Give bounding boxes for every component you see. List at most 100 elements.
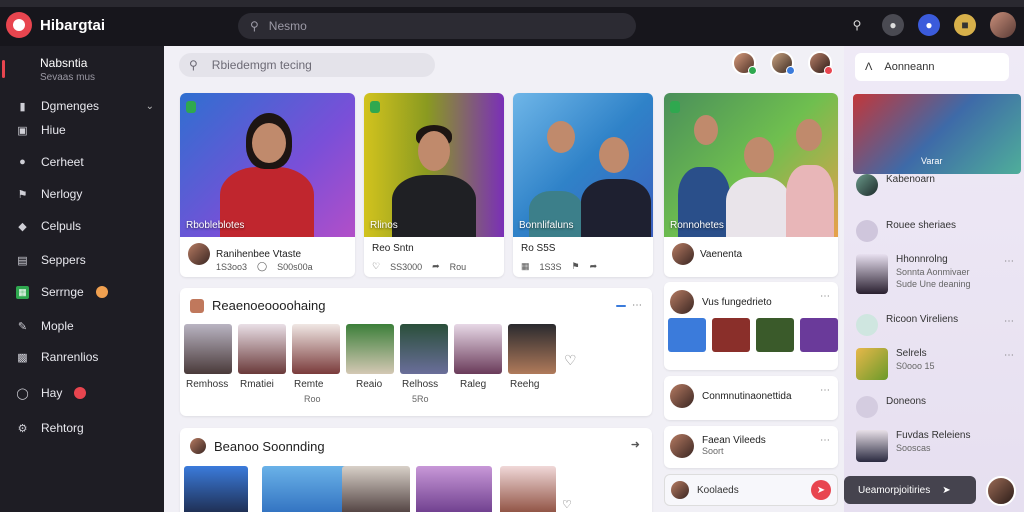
app-logo[interactable]: Hibargtai bbox=[6, 12, 105, 38]
sidebar-item-mople[interactable]: ✎ Mople bbox=[0, 314, 164, 338]
sidebar-item-seppers[interactable]: ▤ Seppers bbox=[0, 248, 164, 272]
avatar[interactable] bbox=[732, 51, 757, 75]
video-meta: Reo Sntn bbox=[372, 243, 414, 254]
thumbnail[interactable] bbox=[668, 318, 706, 352]
avatar[interactable] bbox=[670, 434, 694, 458]
person-tile[interactable] bbox=[454, 324, 502, 374]
footer-button[interactable]: Ueamorpjoitiries ➤ bbox=[844, 476, 976, 504]
pen-icon: ✎ bbox=[17, 320, 28, 333]
top-bar: Hibargtai ⚲ Nesmo ⚲ ● ● ■ bbox=[0, 0, 1024, 46]
heart-icon[interactable]: ♡ bbox=[562, 498, 572, 511]
announce-button[interactable]: Λ Aonneann bbox=[855, 53, 1009, 81]
avatar[interactable] bbox=[770, 51, 795, 75]
chat-bar[interactable]: Koolaeds ➤ bbox=[664, 474, 838, 506]
group-card[interactable]: Vus fungedrieto ⋯ bbox=[664, 282, 838, 370]
video-card[interactable]: Rlinos Reo Sntn ♡ SS3000 ➦ Rou bbox=[364, 93, 504, 277]
sidebar-item-cerheet[interactable]: ● Cerheet bbox=[0, 150, 164, 174]
search-icon[interactable]: ⚲ bbox=[846, 14, 868, 36]
sidebar-item-celpuls[interactable]: ◆ Celpuls bbox=[0, 214, 164, 238]
group-card[interactable]: Faean Vileeds Soort ⋯ bbox=[664, 426, 838, 468]
section-title-text: Reaenoeoooohaing bbox=[212, 298, 326, 313]
more-icon[interactable]: ⋯ bbox=[820, 435, 830, 446]
profile-name: Nabsntia bbox=[40, 56, 88, 70]
person-tile[interactable] bbox=[184, 324, 232, 374]
thumbnail[interactable] bbox=[756, 318, 794, 352]
item-title: Rouee sheriaes bbox=[886, 220, 957, 231]
person-tile[interactable] bbox=[346, 324, 394, 374]
person-tile[interactable] bbox=[400, 324, 448, 374]
person-tile[interactable] bbox=[292, 324, 340, 374]
video-thumbnail[interactable]: Rbobleblotes bbox=[180, 93, 355, 237]
sidebar-item-ranrenlios[interactable]: ▩ Ranrenlios bbox=[0, 345, 164, 369]
user-avatar[interactable] bbox=[990, 12, 1016, 38]
arrow-right-icon[interactable]: ➜ bbox=[631, 438, 640, 451]
avatar[interactable] bbox=[188, 243, 210, 265]
list-item[interactable]: Kabenoarn bbox=[856, 174, 1022, 196]
sidebar-item-serrnge[interactable]: ▦ Serrnge bbox=[0, 280, 164, 304]
list-item[interactable]: Fuvdas Releiens Sooscas bbox=[856, 430, 1022, 462]
globe-icon[interactable]: ● bbox=[882, 14, 904, 36]
more-icon[interactable]: ⋯ bbox=[1004, 256, 1014, 267]
send-icon[interactable]: ➤ bbox=[811, 480, 831, 500]
chat-icon: ▩ bbox=[17, 351, 28, 364]
avatar[interactable] bbox=[672, 243, 694, 265]
grid-icon[interactable]: ▦ bbox=[521, 261, 530, 272]
video-card[interactable]: Bonnlifaluns Ro S5S ▦ 1S3S ⚑ ➦ bbox=[513, 93, 653, 277]
avatar[interactable] bbox=[808, 51, 833, 75]
more-icon[interactable]: ⋯ bbox=[1004, 316, 1014, 327]
chevron-down-icon[interactable]: ⌄ bbox=[146, 101, 154, 112]
list-item[interactable]: Rouee sheriaes bbox=[856, 220, 1022, 242]
avatar[interactable] bbox=[986, 476, 1016, 506]
top-search-input[interactable]: ⚲ Nesmo bbox=[238, 13, 636, 39]
list-item[interactable]: Hhonnrolng Sonnta Aonmivaer Sude Une dea… bbox=[856, 254, 1022, 294]
share-icon[interactable]: ➦ bbox=[432, 261, 440, 272]
avatar[interactable] bbox=[670, 384, 694, 408]
list-item[interactable]: Selrels S0ooo 15 ⋯ bbox=[856, 348, 1022, 380]
sidebar-item-hiue[interactable]: ▣ Hiue bbox=[0, 118, 164, 142]
sidebar-item-rehtorg[interactable]: ⚙ Rehtorg bbox=[0, 416, 164, 440]
video-card[interactable]: Ronnohetes Vaenenta bbox=[664, 93, 838, 277]
hero-image[interactable]: Varar bbox=[853, 94, 1021, 174]
list-item[interactable]: Doneons bbox=[856, 396, 1022, 418]
video-thumbnail[interactable] bbox=[342, 466, 410, 512]
heart-icon[interactable]: ♡ bbox=[564, 352, 577, 369]
group-card[interactable]: Conmnutinaonettida ⋯ bbox=[664, 376, 838, 420]
thumbnail[interactable] bbox=[712, 318, 750, 352]
video-card[interactable]: Rbobleblotes Ranihenbee Vtaste 1S3oo3 ◯ … bbox=[180, 93, 355, 277]
sidebar: Nabsntia Sevaas mus ▮ Dgmenges ⌄ ▣ Hiue … bbox=[0, 46, 164, 512]
notification-icon[interactable]: ● bbox=[918, 14, 940, 36]
video-thumbnail[interactable] bbox=[416, 466, 492, 512]
card-title: Faean Vileeds bbox=[702, 435, 766, 446]
list-item[interactable]: Ricoon Vireliens ⋯ bbox=[856, 314, 1022, 336]
more-icon[interactable]: ⋯ bbox=[632, 300, 642, 311]
sidebar-item-hay[interactable]: ◯ Hay bbox=[0, 381, 164, 405]
person-tile[interactable] bbox=[238, 324, 286, 374]
video-thumbnail[interactable] bbox=[500, 466, 556, 512]
more-icon[interactable]: ⋯ bbox=[820, 385, 830, 396]
video-thumbnail[interactable]: Rlinos bbox=[364, 93, 504, 237]
sidebar-item-nerlogy[interactable]: ⚑ Nerlogy bbox=[0, 182, 164, 206]
video-tag bbox=[186, 101, 196, 113]
video-thumbnail[interactable]: Ronnohetes bbox=[664, 93, 838, 237]
video-stat: S00s00a bbox=[277, 261, 313, 272]
share-icon[interactable]: ➦ bbox=[590, 261, 598, 272]
heart-icon[interactable]: ♡ bbox=[372, 261, 380, 272]
gift-icon[interactable]: ■ bbox=[954, 14, 976, 36]
bookmark-icon[interactable]: ⚑ bbox=[572, 261, 580, 272]
avatar[interactable] bbox=[670, 290, 694, 314]
sidebar-profile[interactable]: Nabsntia Sevaas mus bbox=[0, 46, 164, 90]
video-thumbnail[interactable]: Bonnlifaluns bbox=[513, 93, 653, 237]
video-thumbnail[interactable] bbox=[184, 466, 248, 512]
more-icon[interactable]: ⋯ bbox=[820, 291, 830, 302]
more-icon[interactable]: ⋯ bbox=[1004, 350, 1014, 361]
thumbnail[interactable] bbox=[800, 318, 838, 352]
chat-icon[interactable]: ◯ bbox=[257, 261, 267, 272]
video-thumbnail[interactable] bbox=[262, 466, 354, 512]
sidebar-item-dgmenges[interactable]: ▮ Dgmenges ⌄ bbox=[0, 94, 164, 118]
section-badge[interactable] bbox=[616, 304, 626, 307]
help-icon: ◯ bbox=[16, 387, 29, 400]
main-search-input[interactable]: ⚲ Rbiedemgm tecing bbox=[179, 53, 435, 77]
avatar bbox=[671, 481, 689, 499]
home-icon: ▣ bbox=[17, 124, 28, 137]
person-tile[interactable] bbox=[508, 324, 556, 374]
